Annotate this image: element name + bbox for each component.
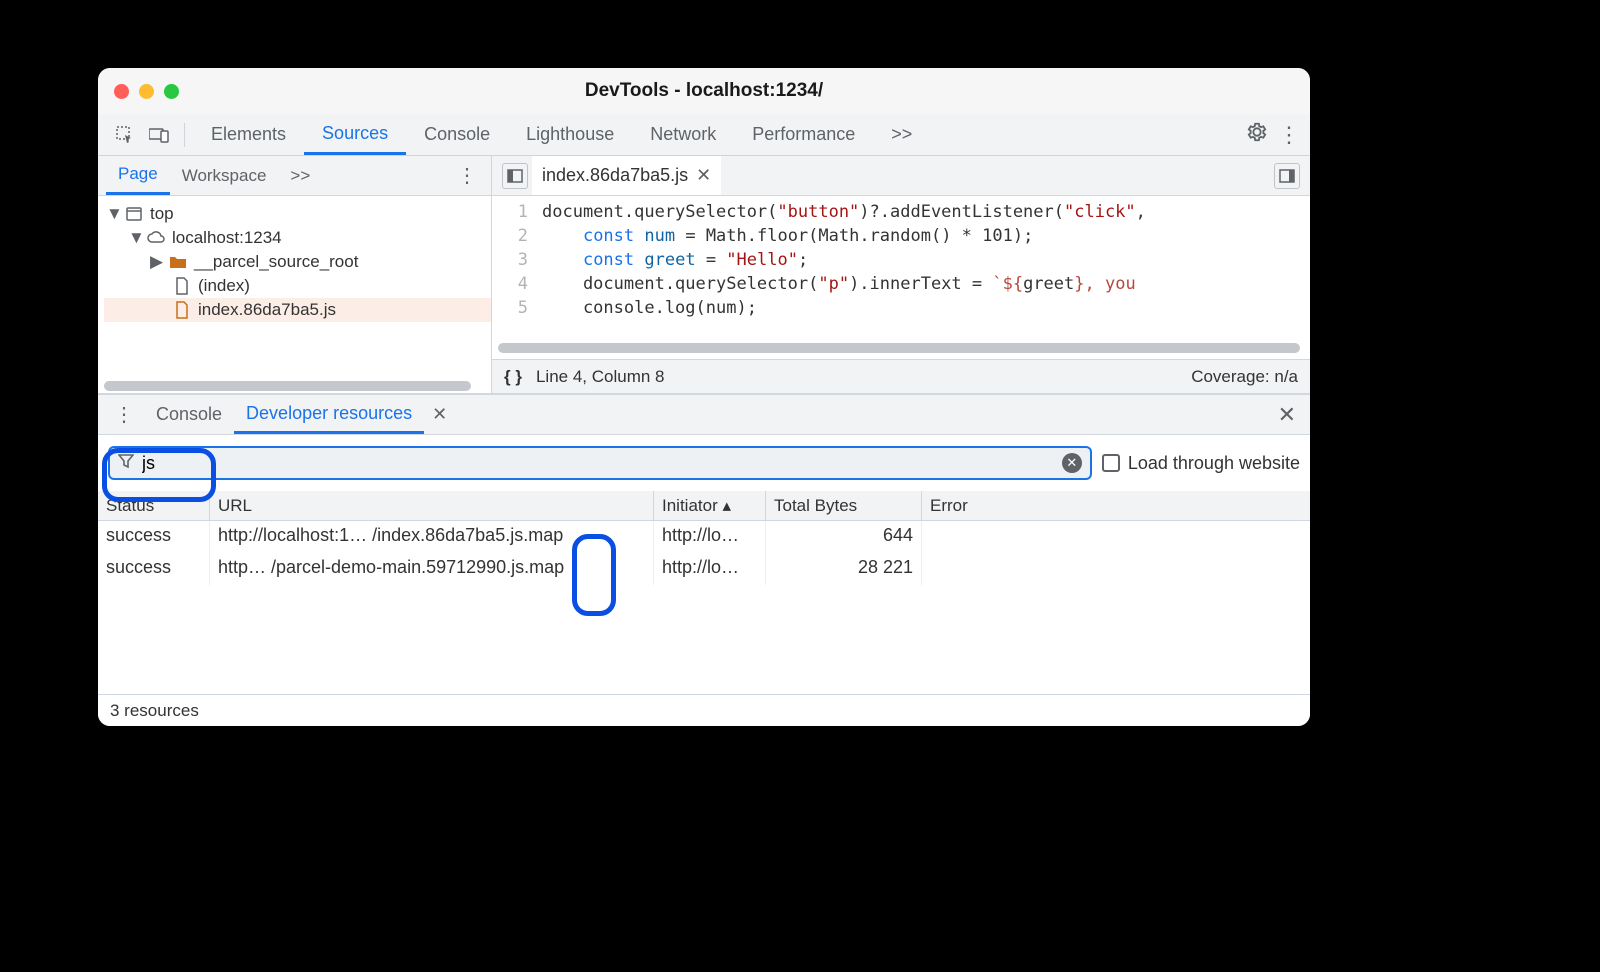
cell-error [922,521,1310,553]
tree-item-js-file[interactable]: index.86da7ba5.js [104,298,491,322]
col-status[interactable]: Status [98,491,210,520]
load-through-website-option[interactable]: Load through website [1102,453,1300,474]
cell-initiator: http://lo… [654,521,766,553]
close-tab-icon[interactable]: ✕ [696,165,711,186]
editor-statusbar: { } Line 4, Column 8 Coverage: n/a [492,359,1310,393]
tree-item-host[interactable]: ▼ localhost:1234 [104,226,491,250]
device-toolbar-icon[interactable] [148,124,170,146]
tree-item-folder[interactable]: ▶ __parcel_source_root [104,250,491,274]
tab-lighthouse[interactable]: Lighthouse [508,114,632,155]
tree-item-index[interactable]: (index) [104,274,491,298]
drawer-footer: 3 resources [98,694,1310,726]
show-debugger-icon[interactable] [1274,163,1300,189]
code-line[interactable]: 2 const num = Math.floor(Math.random() *… [492,224,1310,248]
inspect-element-icon[interactable] [114,124,136,146]
drawer-tabs: ⋮ Console Developer resources ✕ ✕ [98,395,1310,435]
cell-bytes: 644 [766,521,922,553]
clear-filter-icon[interactable]: ✕ [1062,453,1082,473]
settings-icon[interactable] [1246,121,1268,148]
file-tree[interactable]: ▼ top ▼ localhost:1234 ▶ __parcel_source… [98,196,491,393]
cell-status: success [98,521,210,553]
tree-label: (index) [198,276,250,296]
cell-url: http… /parcel-demo-main.59712990.js.map [210,553,654,585]
checkbox-icon[interactable] [1102,454,1120,472]
show-navigator-icon[interactable] [502,163,528,189]
filter-bar: ✕ Load through website [98,435,1310,491]
code-line[interactable]: 5 console.log(num); [492,296,1310,320]
code-line[interactable]: 3 const greet = "Hello"; [492,248,1310,272]
editor-pane: index.86da7ba5.js ✕ 1document.querySelec… [492,156,1310,393]
tab-sources[interactable]: Sources [304,114,406,155]
tree-item-top[interactable]: ▼ top [104,202,491,226]
tree-hscrollbar[interactable] [104,381,471,391]
devtools-window: DevTools - localhost:1234/ Elements Sour… [98,68,1310,726]
editor-tab-file[interactable]: index.86da7ba5.js ✕ [532,156,721,195]
resource-count: 3 resources [110,701,199,721]
filter-icon [118,453,134,474]
cell-error [922,553,1310,585]
page-subtab[interactable]: Page [106,156,170,195]
table-row[interactable]: successhttp… /parcel-demo-main.59712990.… [98,553,1310,585]
workspace-subtab[interactable]: Workspace [170,156,279,195]
tree-label: __parcel_source_root [194,252,358,272]
table-body: successhttp://localhost:1… /index.86da7b… [98,521,1310,694]
drawer-tab-developer-resources[interactable]: Developer resources [234,395,424,434]
cursor-position: Line 4, Column 8 [536,367,665,387]
subtab-more[interactable]: >> [278,156,322,195]
code-line[interactable]: 4 document.querySelector("p").innerText … [492,272,1310,296]
drawer-close-icon[interactable]: ✕ [1270,402,1304,428]
sources-panel: Page Workspace >> ⋮ ▼ top ▼ localhost:12… [98,156,1310,394]
kebab-menu-icon[interactable]: ⋮ [1278,122,1300,148]
editor-tab-filename: index.86da7ba5.js [542,165,688,186]
tab-performance[interactable]: Performance [734,114,873,155]
cell-status: success [98,553,210,585]
coverage-status: Coverage: n/a [1191,367,1298,387]
folder-icon [168,252,188,272]
drawer-panel: ⋮ Console Developer resources ✕ ✕ ✕ Load… [98,394,1310,726]
file-icon [172,300,192,320]
pretty-print-icon[interactable]: { } [504,367,522,387]
main-tab-strip: Elements Sources Console Lighthouse Netw… [98,114,1310,156]
editor-tabs: index.86da7ba5.js ✕ [492,156,1310,196]
table-header: Status URL Initiator ▴ Total Bytes Error [98,491,1310,521]
tab-network[interactable]: Network [632,114,734,155]
tree-label: index.86da7ba5.js [198,300,336,320]
filter-input[interactable] [142,453,1054,474]
code-editor[interactable]: 1document.querySelector("button")?.addEv… [492,196,1310,359]
window-frame-icon [124,204,144,224]
drawer-tab-close-icon[interactable]: ✕ [424,404,455,425]
code-line[interactable]: 1document.querySelector("button")?.addEv… [492,200,1310,224]
cell-bytes: 28 221 [766,553,922,585]
cell-initiator: http://lo… [654,553,766,585]
navigator-kebab-icon[interactable]: ⋮ [451,163,483,188]
tab-console[interactable]: Console [406,114,508,155]
file-icon [172,276,192,296]
cell-url: http://localhost:1… /index.86da7ba5.js.m… [210,521,654,553]
navigator-pane: Page Workspace >> ⋮ ▼ top ▼ localhost:12… [98,156,492,393]
drawer-kebab-icon[interactable]: ⋮ [104,402,144,427]
drawer-tab-console[interactable]: Console [144,395,234,434]
tree-label: top [150,204,174,224]
filter-input-wrapper[interactable]: ✕ [108,446,1092,480]
tree-label: localhost:1234 [172,228,282,248]
tab-elements[interactable]: Elements [193,114,304,155]
col-url[interactable]: URL [210,491,654,520]
window-title: DevTools - localhost:1234/ [98,80,1310,102]
col-total-bytes[interactable]: Total Bytes [766,491,922,520]
load-through-website-label: Load through website [1128,453,1300,474]
resources-table: Status URL Initiator ▴ Total Bytes Error… [98,491,1310,694]
cloud-icon [146,228,166,248]
editor-hscrollbar[interactable] [498,343,1300,353]
window-titlebar: DevTools - localhost:1234/ [98,68,1310,114]
col-initiator[interactable]: Initiator ▴ [654,491,766,520]
navigator-tabs: Page Workspace >> ⋮ [98,156,491,196]
table-row[interactable]: successhttp://localhost:1… /index.86da7b… [98,521,1310,553]
col-error[interactable]: Error [922,491,1310,520]
tab-more-panels[interactable]: >> [873,114,930,155]
